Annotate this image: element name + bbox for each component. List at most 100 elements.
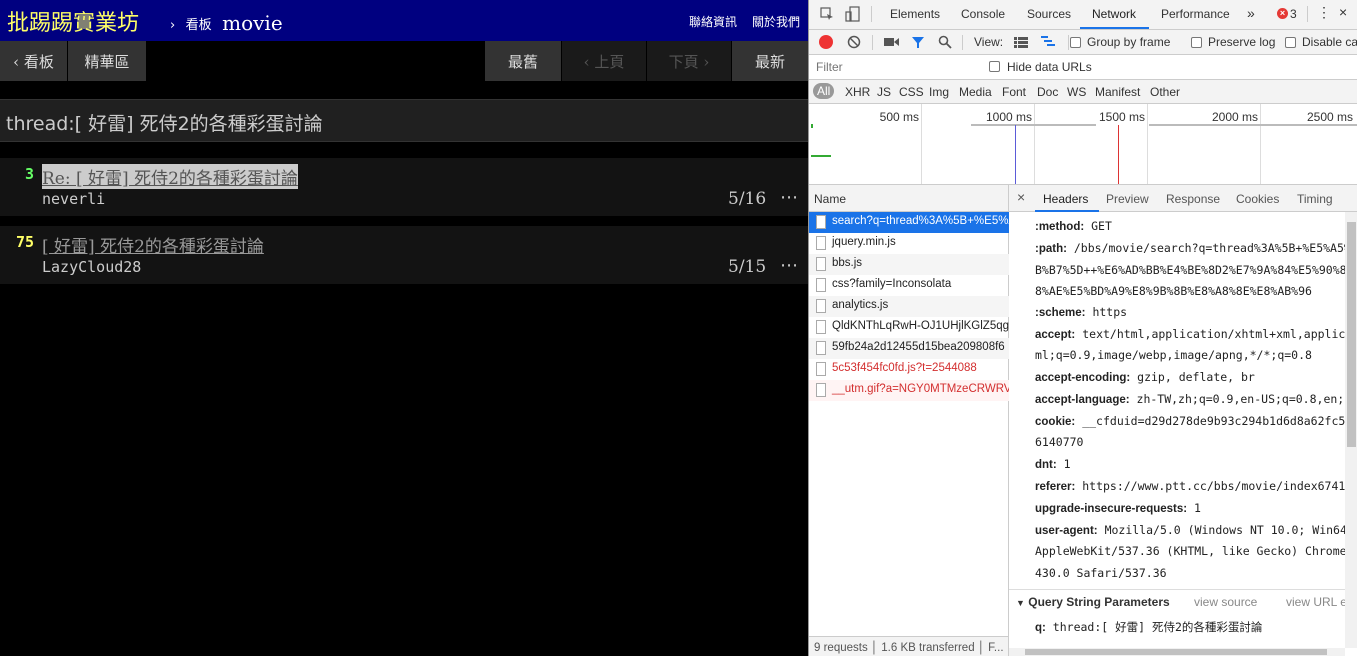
newest-button[interactable]: 最新 xyxy=(732,41,808,81)
timeline-tick: 500 ms xyxy=(879,110,919,124)
timeline-overview[interactable]: 500 ms 1000 ms 1500 ms 2000 ms 2500 ms xyxy=(809,104,1357,185)
divider xyxy=(1307,6,1308,22)
filter-icon[interactable] xyxy=(911,36,925,49)
group-by-frame-label: Group by frame xyxy=(1087,35,1171,49)
tab-network[interactable]: Network xyxy=(1092,7,1136,21)
type-filter-ws[interactable]: WS xyxy=(1067,85,1086,99)
tab-console[interactable]: Console xyxy=(961,7,1005,21)
request-item[interactable]: 5c53f454fc0fd.js?t=2544088 xyxy=(809,359,1009,380)
search-bar[interactable]: thread:[ 好雷] 死侍2的各種彩蛋討論 xyxy=(0,99,808,142)
more-tabs-icon[interactable]: » xyxy=(1247,5,1255,21)
group-by-frame-checkbox[interactable] xyxy=(1070,37,1081,48)
result-row: 75 [ 好雷] 死侍2的各種彩蛋討論 LazyCloud28 5/15 ⋯ xyxy=(0,226,808,284)
name-column-header[interactable]: Name xyxy=(809,185,1009,212)
site-logo[interactable]: 批踢踢實業坊 xyxy=(7,5,139,37)
qsp-section-toggle[interactable]: ▼ Query String Parameters xyxy=(1016,595,1170,609)
horizontal-scrollbar[interactable] xyxy=(1009,648,1345,656)
network-toolbar: View: Group by frame Preserve log Disabl… xyxy=(809,29,1357,55)
more-menu-icon[interactable]: ⋯ xyxy=(780,187,798,208)
header-line: upgrade-insecure-requests: 1 xyxy=(1035,501,1201,515)
request-item[interactable]: __utm.gif?a=NGY0MTMzeCRWRVlr xyxy=(809,380,1009,401)
contact-link[interactable]: 聯絡資訊 xyxy=(689,13,737,30)
back-to-board-button[interactable]: ‹ 看板 xyxy=(0,41,68,81)
type-filter-all[interactable]: All xyxy=(813,83,835,99)
tab-timing[interactable]: Timing xyxy=(1297,192,1333,206)
type-filter-font[interactable]: Font xyxy=(1002,85,1026,99)
gridline xyxy=(1147,104,1148,184)
oldest-button[interactable]: 最舊 xyxy=(485,41,562,81)
request-list: search?q=thread%3A%5B+%E5%A5%BD jquery.m… xyxy=(809,212,1009,636)
script-icon xyxy=(816,236,826,250)
file-icon xyxy=(816,341,826,355)
tab-performance[interactable]: Performance xyxy=(1161,7,1230,21)
scrollbar-thumb[interactable] xyxy=(1025,649,1327,655)
timeline-tick: 2500 ms xyxy=(1306,110,1353,124)
type-filter-js[interactable]: JS xyxy=(877,85,891,99)
view-source-link[interactable]: view source xyxy=(1194,595,1257,609)
result-date: 5/16 xyxy=(728,189,767,209)
type-filter-other[interactable]: Other xyxy=(1150,85,1180,99)
board-name-link[interactable]: movie xyxy=(222,11,283,35)
status-footer: 9 requests │ 1.6 KB transferred │ F... xyxy=(809,636,1009,656)
hide-data-urls-checkbox[interactable] xyxy=(989,61,1000,72)
tab-preview[interactable]: Preview xyxy=(1106,192,1149,206)
filter-input[interactable] xyxy=(812,58,976,75)
header-line: :path: /bbs/movie/search?q=thread%3A%5B+… xyxy=(1035,241,1345,255)
header-line: B%B7%5D++%E6%AD%BB%E4%BE%8D2%E7%9A%84%E5… xyxy=(1035,263,1345,277)
disable-cache-checkbox[interactable] xyxy=(1285,37,1296,48)
request-item[interactable]: bbs.js xyxy=(809,254,1009,275)
result-title-link[interactable]: Re: [ 好雷] 死侍2的各種彩蛋討論 xyxy=(42,164,298,189)
breadcrumb-separator: › xyxy=(170,18,176,33)
search-icon[interactable] xyxy=(938,35,952,49)
type-filter-img[interactable]: Img xyxy=(929,85,949,99)
inspect-element-icon[interactable] xyxy=(820,7,834,21)
result-title-link[interactable]: [ 好雷] 死侍2的各種彩蛋討論 xyxy=(42,232,264,257)
vertical-scrollbar[interactable] xyxy=(1345,212,1357,648)
tab-cookies[interactable]: Cookies xyxy=(1236,192,1279,206)
hide-data-urls-label: Hide data URLs xyxy=(1007,60,1092,74)
large-rows-icon[interactable] xyxy=(1014,37,1028,48)
request-item[interactable]: 59fb24a2d12455d15bea209808f6 xyxy=(809,338,1009,359)
gridline xyxy=(1034,104,1035,184)
tab-headers[interactable]: Headers xyxy=(1043,192,1088,206)
devtools-tabbar: Elements Console Sources Network Perform… xyxy=(809,0,1357,29)
record-icon[interactable] xyxy=(819,35,833,49)
request-item[interactable]: search?q=thread%3A%5B+%E5%A5%BD xyxy=(809,212,1009,233)
request-item[interactable]: css?family=Inconsolata xyxy=(809,275,1009,296)
timeline-tick: 2000 ms xyxy=(1211,110,1258,124)
request-bar xyxy=(971,124,1096,126)
gridline xyxy=(921,104,922,184)
request-item[interactable]: jquery.min.js xyxy=(809,233,1009,254)
clear-icon[interactable] xyxy=(847,35,861,49)
result-date: 5/15 xyxy=(728,257,767,277)
type-filter-xhr[interactable]: XHR xyxy=(845,85,870,99)
next-page-button[interactable]: 下頁 › xyxy=(647,41,732,81)
domcontentloaded-line xyxy=(1015,125,1016,184)
tab-response[interactable]: Response xyxy=(1166,192,1220,206)
error-icon[interactable]: × xyxy=(1277,8,1288,19)
view-url-encoded-link[interactable]: view URL en xyxy=(1286,595,1345,609)
type-filter-doc[interactable]: Doc xyxy=(1037,85,1058,99)
breadcrumb: › 看板 movie xyxy=(170,10,283,35)
type-filter-manifest[interactable]: Manifest xyxy=(1095,85,1140,99)
waterfall-icon[interactable] xyxy=(1041,36,1055,48)
stylesheet-icon xyxy=(816,278,826,292)
type-filter-css[interactable]: CSS xyxy=(899,85,924,99)
close-devtools-icon[interactable]: × xyxy=(1339,4,1347,20)
request-item[interactable]: QldKNThLqRwH-OJ1UHjlKGlZ5qg xyxy=(809,317,1009,338)
about-link[interactable]: 關於我們 xyxy=(752,13,800,30)
prev-page-button[interactable]: ‹ 上頁 xyxy=(562,41,647,81)
close-detail-icon[interactable]: × xyxy=(1017,189,1025,205)
tab-elements[interactable]: Elements xyxy=(890,7,940,21)
header-line: :scheme: https xyxy=(1035,305,1128,319)
more-menu-icon[interactable]: ⋯ xyxy=(780,255,798,276)
digest-button[interactable]: 精華區 xyxy=(68,41,147,81)
device-toolbar-icon[interactable] xyxy=(845,6,860,22)
scrollbar-thumb[interactable] xyxy=(1347,222,1356,447)
capture-screenshots-icon[interactable] xyxy=(884,36,900,48)
request-item[interactable]: analytics.js xyxy=(809,296,1009,317)
type-filter-media[interactable]: Media xyxy=(959,85,992,99)
kebab-menu-icon[interactable]: ⋮ xyxy=(1317,4,1331,21)
preserve-log-checkbox[interactable] xyxy=(1191,37,1202,48)
tab-sources[interactable]: Sources xyxy=(1027,7,1071,21)
